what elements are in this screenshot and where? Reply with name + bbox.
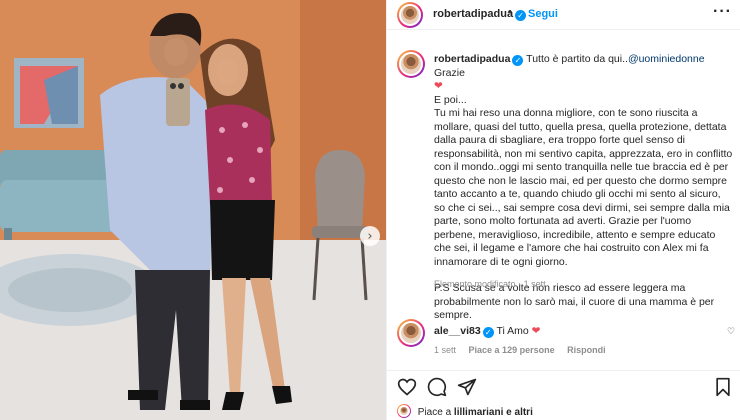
mention-link[interactable]: @uominiedonne	[628, 53, 705, 65]
caption-author-username[interactable]: robertadipadua	[434, 53, 510, 65]
edited-label: Elemento modificato	[434, 279, 516, 289]
post-timestamp[interactable]: 1 sett	[524, 279, 546, 289]
comment-text: Ti Amo	[496, 325, 529, 337]
commenter-avatar[interactable]	[397, 319, 425, 347]
likes-others-link[interactable]: e altri	[506, 407, 533, 418]
next-photo-button[interactable]: ›	[360, 226, 380, 246]
post-photo: ›	[0, 0, 386, 420]
separator-dot: •	[508, 6, 512, 18]
more-options-icon[interactable]: ···	[713, 3, 732, 21]
liker-avatar[interactable]	[397, 404, 411, 418]
paper-plane-icon[interactable]	[457, 377, 477, 397]
comment-likes-count[interactable]: Piace a 129 persone	[469, 345, 555, 355]
couple-photo-illustration	[0, 0, 386, 420]
speech-bubble-icon[interactable]	[427, 377, 447, 397]
action-bar	[387, 370, 740, 400]
post-header: robertadipadua ✓ • Segui ···	[387, 0, 740, 30]
heart-emoji: ❤	[531, 325, 541, 337]
caption-body: E poi... Tu mi hai reso una donna miglio…	[434, 93, 733, 268]
verified-badge-icon: ✓	[515, 10, 527, 21]
chevron-right-icon: ›	[367, 228, 373, 244]
caption-line1-end: Grazie	[434, 66, 465, 79]
author-avatar[interactable]	[397, 2, 423, 28]
verified-badge-icon: ✓	[512, 55, 524, 66]
post-meta: Elemento modificato · 1 sett	[434, 279, 546, 289]
heart-emoji: ❤	[434, 80, 443, 92]
caption-author-avatar[interactable]	[397, 50, 425, 78]
comment-timestamp[interactable]: 1 sett	[434, 345, 456, 355]
post-panel: robertadipadua ✓ • Segui ··· robertadipad…	[386, 0, 740, 420]
bookmark-icon[interactable]	[713, 377, 733, 397]
reply-button[interactable]: Rispondi	[567, 345, 606, 355]
verified-badge-icon: ✓	[482, 327, 494, 338]
comment-like-icon[interactable]: ♡	[727, 327, 735, 337]
follow-button[interactable]: Segui	[528, 8, 558, 20]
commenter-username[interactable]: ale__vi83	[434, 325, 481, 337]
likes-summary: Piace a lillimariani e altri	[397, 404, 533, 418]
liker-username[interactable]: lillimariani	[454, 407, 503, 418]
author-username[interactable]: robertadipadua	[433, 8, 513, 20]
caption-line1: Tutto è partito da qui..	[526, 53, 628, 65]
likes-prefix: Piace a	[417, 407, 452, 418]
comment-meta: 1 sett Piace a 129 persone Rispondi	[434, 345, 616, 355]
heart-outline-icon[interactable]	[397, 377, 417, 397]
meta-separator: ·	[518, 279, 522, 289]
